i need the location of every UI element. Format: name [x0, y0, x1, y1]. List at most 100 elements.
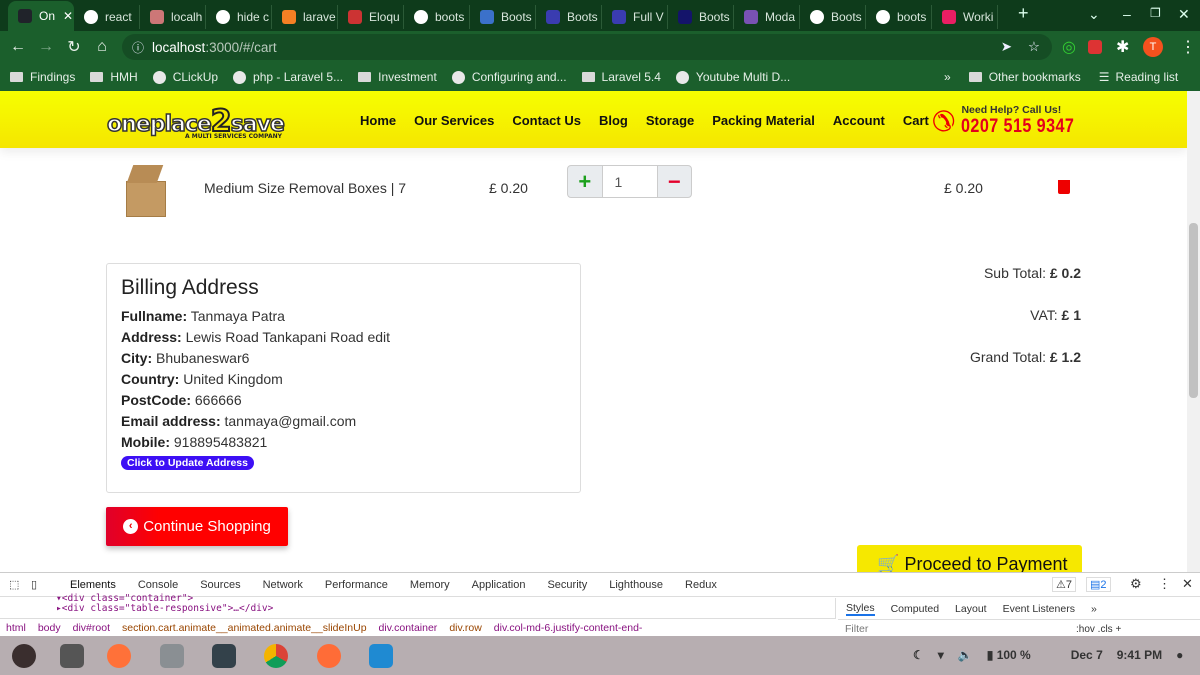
address-bar[interactable]: ⓘ localhost:3000/#/cart ➤ ☆: [122, 34, 1052, 60]
styles-filter-input[interactable]: Filter: [845, 623, 868, 635]
browser-tab[interactable]: On ✕: [8, 1, 74, 31]
reading-list[interactable]: Reading list: [1116, 70, 1179, 84]
nav-link-packing-material[interactable]: Packing Material: [712, 113, 815, 128]
devtools-tab-lighthouse[interactable]: Lighthouse: [609, 579, 663, 591]
bookmark-item[interactable]: php - Laravel 5...: [233, 70, 343, 84]
breadcrumb-item[interactable]: div.col-md-6.justify-content-end-: [494, 622, 643, 634]
scrollbar-thumb[interactable]: [1189, 223, 1198, 398]
breadcrumb-item[interactable]: div#root: [73, 622, 110, 634]
bookmark-item[interactable]: Configuring and...: [451, 70, 567, 84]
devtools-tab-sources[interactable]: Sources: [200, 579, 240, 591]
close-window-icon[interactable]: ✕: [1178, 6, 1190, 23]
nav-link-cart[interactable]: Cart: [903, 113, 929, 128]
continue-shopping-button[interactable]: ‹ Continue Shopping: [106, 507, 288, 546]
extension-red-icon[interactable]: [1088, 40, 1102, 54]
styles-tab[interactable]: »: [1091, 603, 1097, 615]
page-scrollbar[interactable]: [1187, 91, 1200, 572]
dom-node[interactable]: ▾<div class="container">: [56, 594, 835, 604]
breadcrumb-item[interactable]: section.cart.animate__animated.animate__…: [122, 622, 367, 634]
devtools-close-icon[interactable]: ✕: [1182, 576, 1193, 592]
devtools-tab-performance[interactable]: Performance: [325, 579, 388, 591]
styles-filter-tools[interactable]: :hov .cls +: [1076, 624, 1121, 635]
bookmark-item[interactable]: Investment: [358, 70, 437, 84]
bookmark-item[interactable]: Youtube Multi D...: [675, 70, 790, 84]
update-address-button[interactable]: Click to Update Address: [121, 456, 254, 470]
terminal-icon[interactable]: [212, 644, 236, 668]
bookmark-item[interactable]: HMH: [90, 70, 138, 84]
site-logo[interactable]: oneplace2save A MULTI SERVICES COMPANY: [106, 103, 285, 140]
browser-tab[interactable]: Eloqu: [338, 5, 404, 29]
extension-icon[interactable]: ◎: [1062, 37, 1076, 57]
bookmark-item[interactable]: Laravel 5.4: [581, 70, 661, 84]
browser-tab[interactable]: larave: [272, 5, 338, 29]
browser-tab[interactable]: Boots: [668, 5, 734, 29]
breadcrumb-item[interactable]: html: [6, 622, 26, 634]
proceed-to-payment-button[interactable]: 🛒 Proceed to Payment: [857, 545, 1082, 572]
tab-search-icon[interactable]: ⌄: [1088, 6, 1100, 23]
devtools-tab-elements[interactable]: Elements: [70, 579, 116, 591]
more-bookmarks-icon[interactable]: »: [944, 70, 951, 84]
dom-node[interactable]: ▸<div class="table-responsive">…</div>: [56, 603, 835, 614]
browser-tab[interactable]: Full V: [602, 5, 668, 29]
chrome-icon[interactable]: [264, 644, 288, 668]
nav-link-contact-us[interactable]: Contact Us: [512, 113, 581, 128]
nav-link-home[interactable]: Home: [360, 113, 396, 128]
vscode-icon[interactable]: [369, 644, 393, 668]
devtools-tab-console[interactable]: Console: [138, 579, 178, 591]
phone-number[interactable]: 0207 515 9347: [961, 116, 1074, 138]
styles-tab[interactable]: Styles: [846, 602, 875, 616]
browser-tab[interactable]: hide c: [206, 5, 272, 29]
inspect-icon[interactable]: ⬚: [9, 578, 19, 591]
browser-tab[interactable]: Worki: [932, 5, 998, 29]
settings-gear-icon[interactable]: ⚙: [1130, 576, 1142, 592]
decrease-quantity-button[interactable]: −: [658, 166, 692, 197]
nav-link-storage[interactable]: Storage: [646, 113, 694, 128]
zorin-menu-icon[interactable]: [12, 644, 36, 668]
device-toggle-icon[interactable]: ▯: [31, 578, 37, 591]
devtools-tab-application[interactable]: Application: [472, 579, 526, 591]
browser-tab[interactable]: Moda: [734, 5, 800, 29]
devtools-tab-redux[interactable]: Redux: [685, 579, 717, 591]
send-icon[interactable]: ➤: [1001, 39, 1012, 55]
workspaces-icon[interactable]: [60, 644, 84, 668]
devtools-menu-icon[interactable]: ⋮: [1158, 576, 1171, 592]
breadcrumb-item[interactable]: body: [38, 622, 61, 634]
styles-tab[interactable]: Layout: [955, 603, 987, 615]
new-tab-icon[interactable]: +: [1018, 3, 1029, 24]
menu-kebab-icon[interactable]: ⋮: [1180, 37, 1196, 57]
devtools-tab-network[interactable]: Network: [263, 579, 303, 591]
styles-tab[interactable]: Computed: [891, 603, 939, 615]
warnings-badge[interactable]: ⚠7: [1052, 577, 1076, 592]
nav-link-account[interactable]: Account: [833, 113, 885, 128]
profile-avatar[interactable]: T: [1143, 37, 1163, 57]
files-icon[interactable]: [160, 644, 184, 668]
minimize-icon[interactable]: –: [1123, 6, 1131, 22]
browser-tab[interactable]: localh: [140, 5, 206, 29]
browser-tab[interactable]: react: [74, 5, 140, 29]
browser-tab[interactable]: boots: [404, 5, 470, 29]
extensions-puzzle-icon[interactable]: ✱: [1116, 37, 1129, 57]
system-tray[interactable]: ☾ ▾ 🔈 ▮ 100 % Dec 7 9:41 PM ●: [913, 648, 1183, 662]
home-icon[interactable]: ⌂: [88, 38, 116, 56]
browser-tab[interactable]: boots: [866, 5, 932, 29]
increase-quantity-button[interactable]: +: [568, 166, 602, 197]
bookmark-item[interactable]: CLickUp: [152, 70, 218, 84]
devtools-tab-security[interactable]: Security: [547, 579, 587, 591]
star-icon[interactable]: ☆: [1028, 39, 1040, 55]
nav-link-our-services[interactable]: Our Services: [414, 113, 494, 128]
postman-icon[interactable]: [317, 644, 341, 668]
breadcrumb-item[interactable]: div.container: [379, 622, 438, 634]
browser-tab[interactable]: Boots: [470, 5, 536, 29]
other-bookmarks[interactable]: Other bookmarks: [989, 70, 1081, 84]
reload-icon[interactable]: ↻: [60, 37, 88, 57]
nav-link-blog[interactable]: Blog: [599, 113, 628, 128]
trash-icon[interactable]: [1058, 180, 1070, 194]
bookmark-item[interactable]: Findings: [10, 70, 75, 84]
back-icon[interactable]: ←: [4, 38, 32, 56]
firefox-icon[interactable]: [107, 644, 131, 668]
forward-icon[interactable]: →: [32, 38, 60, 56]
browser-tab[interactable]: Boots: [800, 5, 866, 29]
messages-badge[interactable]: ▤2: [1086, 577, 1111, 592]
restore-icon[interactable]: ❐: [1150, 6, 1161, 20]
tab-close-icon[interactable]: ✕: [63, 9, 73, 23]
